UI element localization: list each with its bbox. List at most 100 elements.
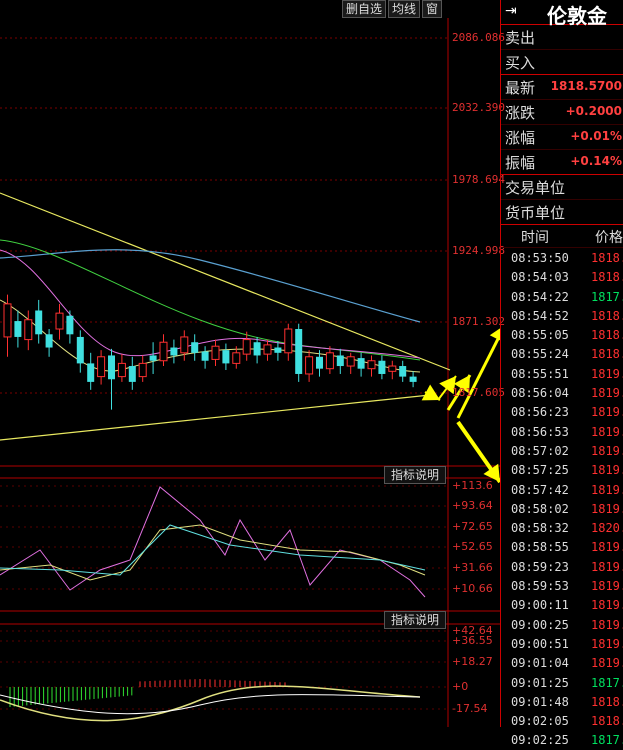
tick-time: 08:59:53 bbox=[511, 579, 569, 594]
tick-row: 08:56:04 1819. bbox=[501, 383, 623, 402]
annotation-arrow bbox=[456, 420, 500, 484]
candle-body bbox=[180, 336, 189, 354]
tick-price: 1819. bbox=[591, 405, 623, 420]
tick-row: 09:00:25 1819. bbox=[501, 615, 623, 634]
tick-time: 08:55:05 bbox=[511, 328, 569, 343]
quote-row: 卖出 bbox=[501, 25, 623, 50]
trendline-lower bbox=[0, 394, 431, 441]
tick-price: 1818. bbox=[591, 270, 623, 285]
tick-row: 08:53:50 1818. bbox=[501, 248, 623, 267]
candle-body bbox=[108, 355, 115, 380]
moving-average-button[interactable]: 均线 bbox=[388, 0, 421, 18]
tick-price: 1819. bbox=[591, 482, 623, 497]
tick-time: 08:57:02 bbox=[511, 443, 569, 458]
arrow-head bbox=[421, 384, 440, 401]
candle-body bbox=[253, 342, 261, 356]
tick-time: 08:53:50 bbox=[511, 251, 569, 265]
quote-label: 交易单位 bbox=[505, 179, 566, 197]
window-button[interactable]: 窗 bbox=[422, 0, 443, 18]
tick-row: 08:57:25 1819. bbox=[501, 460, 623, 479]
tick-price: 1818. bbox=[591, 694, 623, 709]
tick-row: 08:59:53 1819. bbox=[501, 576, 623, 595]
tick-price: 1819. bbox=[591, 366, 623, 381]
tick-price: 1817. bbox=[591, 289, 623, 304]
indicator-help-button-1[interactable]: 指标说明 bbox=[384, 466, 447, 484]
tick-price: 1817. bbox=[591, 675, 623, 690]
quote-value: 1818.5700 bbox=[550, 79, 622, 93]
indicator-help-button-2[interactable]: 指标说明 bbox=[384, 611, 447, 629]
quote-row: 涨跌 +0.2000 bbox=[501, 100, 623, 125]
quote-row: 最新 1818.5700 bbox=[501, 75, 623, 100]
tick-price: 1818. bbox=[591, 251, 623, 265]
panel-title-bar: ⇥ 伦敦金 bbox=[501, 0, 623, 28]
macd-dif-line bbox=[0, 685, 421, 722]
tick-row: 08:56:23 1819. bbox=[501, 402, 623, 421]
tick-row: 08:57:02 1819. bbox=[501, 441, 623, 460]
tick-time: 09:01:04 bbox=[511, 656, 569, 671]
candle-body bbox=[138, 362, 147, 378]
annotation-arrows bbox=[421, 328, 500, 484]
kdj-j-line bbox=[0, 486, 426, 598]
price-axis-label: 1817.605 bbox=[452, 386, 505, 399]
indicator1-axis-label: +52.65 bbox=[452, 540, 493, 553]
candle-body bbox=[336, 355, 344, 367]
candle-body bbox=[128, 366, 136, 382]
tick-time: 08:57:42 bbox=[511, 482, 569, 497]
tick-row: 08:55:51 1819. bbox=[501, 364, 623, 383]
tick-row: 09:01:04 1819. bbox=[501, 653, 623, 672]
candle-body bbox=[295, 329, 303, 374]
macd-dea-line bbox=[0, 694, 421, 715]
candle-body bbox=[97, 356, 106, 378]
quote-label: 货币单位 bbox=[505, 204, 566, 222]
tick-row: 08:56:53 1819. bbox=[501, 422, 623, 441]
tick-row: 08:58:55 1819. bbox=[501, 537, 623, 556]
tick-price: 1817. bbox=[591, 733, 623, 748]
tick-time: 09:01:25 bbox=[511, 675, 569, 690]
tick-time: 08:56:04 bbox=[511, 386, 569, 401]
tick-time: 09:00:25 bbox=[511, 617, 569, 632]
price-axis-label: 1978.694 bbox=[452, 173, 505, 186]
quote-label: 买入 bbox=[505, 54, 536, 72]
candle-body bbox=[284, 328, 293, 354]
tick-price: 1820. bbox=[591, 521, 623, 536]
candle-body bbox=[14, 321, 22, 337]
tick-price: 1819. bbox=[591, 636, 623, 651]
tick-row: 09:00:11 1819. bbox=[501, 595, 623, 614]
tick-price: 1819. bbox=[591, 443, 623, 458]
quote-row: 振幅 +0.14% bbox=[501, 150, 623, 175]
remove-watchlist-button[interactable]: 删自选 bbox=[342, 0, 387, 18]
chart-toolbar: 删自选 均线 窗 bbox=[340, 0, 443, 18]
quote-label: 最新 bbox=[505, 79, 536, 97]
tick-time: 09:01:48 bbox=[511, 694, 569, 709]
kdj-d-line bbox=[0, 524, 426, 581]
indicator2-axis-label: -17.54 bbox=[452, 702, 488, 715]
candle-body bbox=[87, 363, 95, 382]
indicator1-axis-label: +72.65 bbox=[452, 520, 493, 533]
candle-body bbox=[305, 356, 314, 375]
ticks-header: 时间 价格 bbox=[501, 225, 623, 248]
indicator1-axis-label: +93.64 bbox=[452, 499, 493, 512]
quote-panel: ⇥ 伦敦金 卖出 买入 最新 1818.5700 涨跌 +0.2000 涨幅 +0.01% 振幅… bbox=[500, 0, 623, 747]
price-header: 价格 bbox=[595, 230, 623, 246]
tick-price: 1818. bbox=[591, 328, 623, 343]
candle-body bbox=[274, 347, 282, 353]
tick-row: 08:54:03 1818. bbox=[501, 267, 623, 286]
quote-row: 买入 bbox=[501, 50, 623, 75]
tick-list: 08:53:501818.08:54:031818.08:54:221817.0… bbox=[501, 248, 623, 750]
candle-body bbox=[3, 303, 12, 338]
price-axis-label: 2032.390 bbox=[452, 101, 505, 114]
indicator1-axis-label: +113.6 bbox=[452, 479, 493, 492]
candle-body bbox=[378, 360, 386, 374]
tick-time: 09:00:11 bbox=[511, 598, 569, 613]
candle-body bbox=[191, 342, 199, 353]
tick-row: 09:02:25 1817. bbox=[501, 730, 623, 749]
tick-row: 09:01:25 1817. bbox=[501, 673, 623, 692]
annotation-arrow bbox=[421, 384, 441, 401]
quote-value: +0.01% bbox=[570, 129, 622, 143]
expand-icon[interactable]: ⇥ bbox=[505, 3, 517, 19]
indicator-lines bbox=[0, 486, 426, 722]
time-header: 时间 bbox=[521, 230, 549, 246]
candle-body bbox=[388, 365, 397, 372]
candle-body bbox=[316, 356, 323, 369]
tick-row: 09:01:48 1818. bbox=[501, 692, 623, 711]
